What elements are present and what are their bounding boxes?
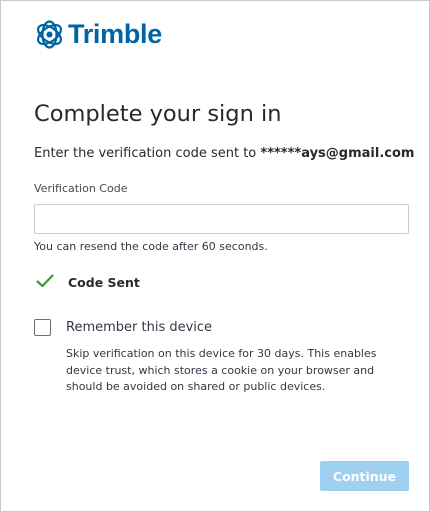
remember-device-row[interactable]: Remember this device bbox=[34, 317, 212, 337]
continue-button[interactable]: Continue bbox=[320, 461, 409, 491]
verification-code-label: Verification Code bbox=[34, 182, 128, 195]
remember-device-checkbox[interactable] bbox=[34, 318, 51, 336]
trimble-globe-icon bbox=[34, 19, 65, 50]
page-title: Complete your sign in bbox=[34, 101, 282, 127]
masked-email: ******ays@gmail.com bbox=[260, 146, 415, 161]
resend-hint: You can resend the code after 60 seconds… bbox=[34, 240, 268, 253]
remember-device-help: Skip verification on this device for 30 … bbox=[66, 347, 377, 393]
verification-code-input[interactable] bbox=[34, 204, 409, 234]
code-sent-status: Code Sent bbox=[36, 272, 140, 292]
code-sent-label: Code Sent bbox=[68, 274, 140, 290]
checkmark-icon bbox=[36, 273, 54, 292]
remember-device-label[interactable]: Remember this device bbox=[66, 320, 212, 335]
brand-logo: Trimble bbox=[34, 17, 162, 51]
brand-name: Trimble bbox=[68, 19, 162, 49]
sign-in-card: Trimble Complete your sign in Enter the … bbox=[0, 0, 430, 512]
instruction-prefix: Enter the verification code sent to bbox=[34, 146, 257, 161]
instruction-text: Enter the verification code sent to ****… bbox=[34, 146, 414, 161]
